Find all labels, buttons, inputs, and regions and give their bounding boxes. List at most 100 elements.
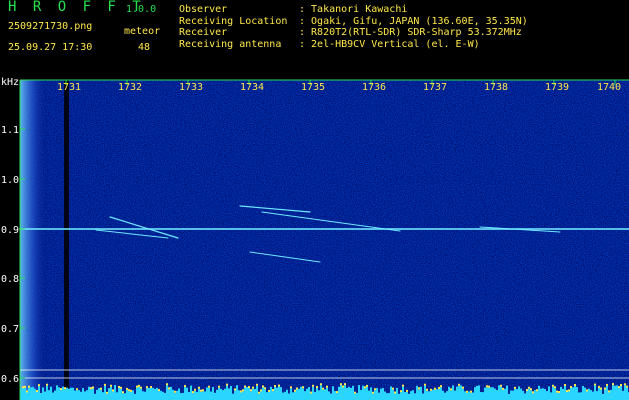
level-bar-peak (112, 389, 114, 392)
app-version: 1.0.0 (126, 4, 157, 15)
level-bar-peak (438, 386, 440, 389)
level-bar (328, 391, 330, 400)
level-bar (482, 392, 484, 400)
info-row-receiver: Receiver : R820T2(RTL-SDR) SDR-Sharp 53.… (179, 27, 528, 39)
time-tick: 1732 (118, 80, 142, 93)
level-bar (162, 391, 164, 400)
level-bar (138, 386, 140, 400)
level-bar (504, 388, 506, 400)
level-bar (406, 391, 408, 400)
level-bar (242, 391, 244, 400)
level-bar (386, 393, 388, 400)
level-bar (278, 386, 280, 400)
level-bar (370, 387, 372, 400)
level-bar-peak (110, 384, 112, 387)
time-tick-label: 1731 (57, 82, 81, 93)
level-bar-peak (100, 387, 102, 390)
level-bar (380, 388, 382, 400)
level-bar (302, 388, 304, 400)
level-bar (300, 386, 302, 400)
level-bar (582, 385, 584, 400)
level-bar-peak (36, 390, 38, 393)
level-bar-peak (502, 387, 504, 390)
level-bar-peak (136, 385, 138, 388)
level-bar (60, 390, 62, 400)
level-bar (236, 385, 238, 400)
level-bar (466, 392, 468, 400)
level-bar (352, 385, 354, 400)
level-bar-peak (118, 385, 120, 388)
spectrogram-view[interactable]: kHz 1731 1732 1733 1734 1735 1736 1737 1… (0, 70, 629, 400)
level-bar (550, 392, 552, 400)
level-bar-peak (122, 391, 124, 394)
level-bar (80, 391, 82, 400)
level-bar (432, 389, 434, 400)
level-bar-peak (120, 386, 122, 389)
level-bar (74, 390, 76, 400)
level-bar (130, 391, 132, 400)
level-bar (246, 386, 248, 400)
level-bar (388, 393, 390, 400)
level-bar (374, 390, 376, 400)
level-bar-peak (470, 390, 472, 393)
level-bar (26, 392, 28, 400)
level-bar (468, 391, 470, 400)
info-value: : Takanori Kawachi (299, 4, 408, 15)
level-bar (566, 392, 568, 400)
level-bar-peak (90, 387, 92, 390)
level-bar (118, 387, 120, 400)
level-bar-peak (500, 384, 502, 387)
level-bar-peak (294, 389, 296, 392)
level-bar (50, 386, 52, 400)
level-bar (522, 390, 524, 400)
level-bar (308, 387, 310, 400)
time-tick: 1737 (423, 80, 447, 93)
level-bar (484, 387, 486, 400)
level-bar-peak (612, 383, 614, 386)
info-row-location: Receiving Location : Ogaki, Gifu, JAPAN … (179, 16, 528, 28)
level-bar-peak (274, 385, 276, 388)
level-bar (410, 391, 412, 400)
level-bar (296, 389, 298, 400)
level-bar (52, 392, 54, 400)
level-bar-peak (64, 387, 66, 390)
level-bar-peak (606, 383, 608, 386)
level-bar (490, 387, 492, 400)
level-bar (402, 386, 404, 400)
level-bar (150, 388, 152, 400)
level-bar (390, 386, 392, 400)
level-bar-peak (402, 384, 404, 387)
level-bar (298, 388, 300, 400)
level-bar (430, 390, 432, 400)
level-bar-peak (28, 385, 30, 388)
level-bar (546, 391, 548, 400)
level-bar (142, 391, 144, 400)
level-bar-peak (92, 386, 94, 389)
level-bar (524, 393, 526, 400)
y-unit-label: kHz (1, 77, 19, 88)
level-bar (446, 391, 448, 400)
level-bar-peak (406, 389, 408, 392)
level-bar (262, 387, 264, 400)
level-bar (22, 388, 24, 400)
level-bar (128, 391, 130, 400)
level-bar-peak (248, 385, 250, 388)
level-bar (358, 385, 360, 400)
level-bar (120, 388, 122, 400)
level-bar (224, 388, 226, 400)
level-bar (322, 389, 324, 400)
level-bar (594, 385, 596, 400)
level-bar (44, 391, 46, 400)
time-tick-label: 1737 (423, 82, 447, 93)
level-bar (552, 386, 554, 400)
level-bar (344, 385, 346, 400)
level-bar (70, 387, 72, 400)
level-bar-peak (604, 387, 606, 390)
level-bar-peak (424, 383, 426, 386)
level-bar (312, 386, 314, 400)
level-bar (608, 392, 610, 400)
level-bar (132, 390, 134, 400)
level-bar (526, 391, 528, 400)
level-bar (324, 389, 326, 400)
time-tick-label: 1738 (484, 82, 508, 93)
